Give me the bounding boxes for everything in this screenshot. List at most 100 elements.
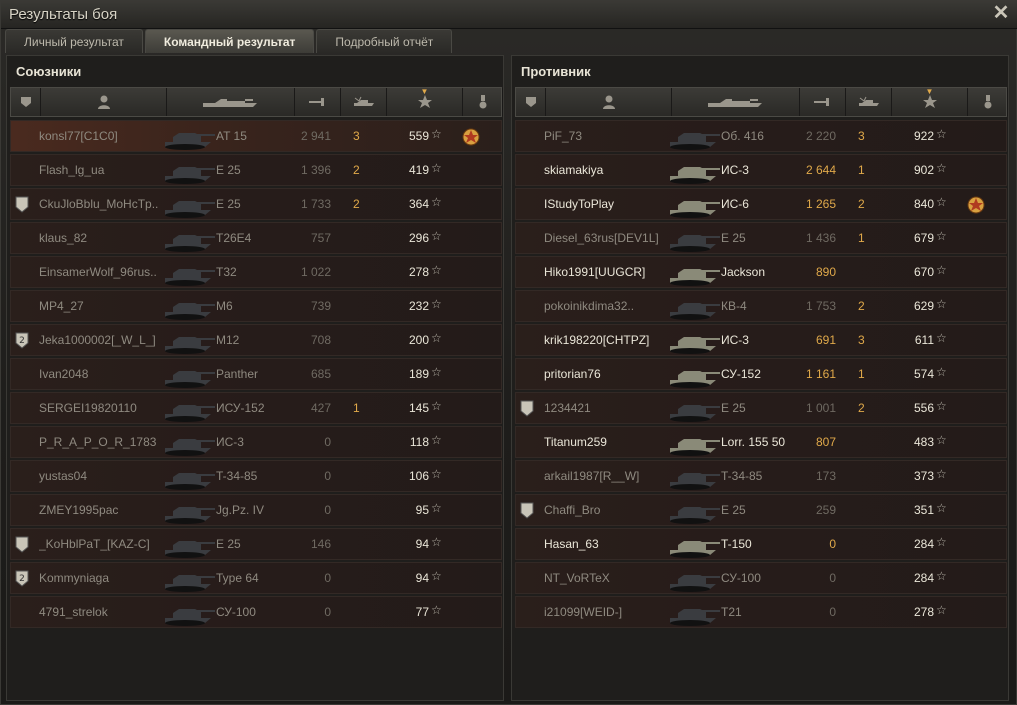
player-row[interactable]: klaus_82 T26E4 757 296 ☆ — [10, 222, 502, 254]
column-header-damage[interactable] — [800, 88, 846, 116]
column-header-damage[interactable] — [295, 88, 341, 116]
player-row[interactable]: 2 Jeka1000002[_W_L_] M12 708 200 ☆ — [10, 324, 502, 356]
tank-name: T32 — [216, 265, 237, 279]
close-icon[interactable]: ✕ — [992, 3, 1010, 23]
tab-bar: Личный результат Командный результат Под… — [5, 29, 454, 54]
player-name: SERGEI19820110 — [39, 401, 137, 415]
column-header-badge[interactable] — [11, 88, 41, 116]
tank-name: M12 — [216, 333, 240, 347]
column-header-medal[interactable] — [463, 88, 503, 116]
column-header-player[interactable] — [41, 88, 167, 116]
column-header-kills[interactable] — [846, 88, 892, 116]
tank-name: ИС-3 — [216, 435, 244, 449]
player-row[interactable]: i21099[WEID-] T21 0 278 ☆ — [515, 596, 1007, 628]
tab-personal[interactable]: Личный результат — [5, 29, 143, 53]
xp-value: 419 — [408, 163, 429, 177]
tank-name: M6 — [216, 299, 233, 313]
tab-detailed[interactable]: Подробный отчёт — [316, 29, 453, 53]
kills-value: 1 — [353, 401, 360, 415]
player-row[interactable]: Flash_lg_ua E 25 1 396 2 419 ☆ — [10, 154, 502, 186]
tank-icon — [161, 599, 217, 627]
tank-icon — [161, 361, 217, 389]
column-header-star[interactable]: ▼ — [387, 87, 463, 116]
player-row[interactable]: Hasan_63 T-150 0 284 ☆ — [515, 528, 1007, 560]
player-row[interactable]: _KoHblPaT_[KAZ-C] E 25 146 94 ☆ — [10, 528, 502, 560]
player-row[interactable]: Ivan2048 Panther 685 189 ☆ — [10, 358, 502, 390]
column-header-kills[interactable] — [341, 88, 387, 116]
xp-value: 373 — [913, 469, 934, 483]
player-name: Jeka1000002[_W_L_] — [39, 333, 156, 347]
tank-icon — [161, 327, 217, 355]
damage-value: 0 — [324, 469, 331, 483]
player-name: Flash_lg_ua — [39, 163, 105, 177]
player-row[interactable]: ZMEY1995pac Jg.Pz. IV 0 95 ☆ — [10, 494, 502, 526]
player-name: i21099[WEID-] — [544, 605, 623, 619]
star-icon: ☆ — [431, 365, 442, 379]
tank-name: T-34-85 — [216, 469, 258, 483]
player-row[interactable]: Chaffi_Bro E 25 259 351 ☆ — [515, 494, 1007, 526]
star-icon: ☆ — [431, 569, 442, 583]
xp-value: 574 — [913, 367, 934, 381]
damage-value: 1 265 — [805, 197, 836, 211]
column-header-tank[interactable] — [167, 88, 295, 116]
tank-name: Panther — [216, 367, 259, 381]
player-name: ZMEY1995pac — [39, 503, 119, 517]
damage-value: 0 — [324, 571, 331, 585]
player-row[interactable]: NT_VoRTeX СУ-100 0 284 ☆ — [515, 562, 1007, 594]
medal-icon[interactable] — [965, 194, 987, 216]
player-row[interactable]: P_R_A_P_O_R_1783 ИС-3 0 118 ☆ — [10, 426, 502, 458]
xp-value: 284 — [913, 537, 934, 551]
tank-icon — [666, 327, 722, 355]
xp-value: 611 — [914, 333, 934, 347]
xp-value: 106 — [408, 469, 429, 483]
rank-badge-icon — [520, 400, 534, 417]
player-row[interactable]: yustas04 T-34-85 0 106 ☆ — [10, 460, 502, 492]
player-name: konsl77[C1C0] — [39, 129, 118, 143]
column-header-player[interactable] — [546, 88, 672, 116]
damage-value: 2 941 — [300, 129, 331, 143]
damage-value: 2 644 — [805, 163, 836, 177]
player-row[interactable]: CkuJloBblu_MoHcTp.. E 25 1 733 2 364 ☆ — [10, 188, 502, 220]
xp-value: 77 — [415, 605, 429, 619]
tank-icon — [161, 531, 217, 559]
xp-value: 351 — [913, 503, 934, 517]
player-row[interactable]: PiF_73 Об. 416 2 220 3 922 ☆ — [515, 120, 1007, 152]
player-row[interactable]: 4791_strelok СУ-100 0 77 ☆ — [10, 596, 502, 628]
enemies-list: PiF_73 Об. 416 2 220 3 922 ☆ skiamakiya ИС-3 2 6… — [515, 120, 1007, 630]
column-header-badge[interactable] — [516, 88, 546, 116]
player-row[interactable]: Titanum259 Lorr. 155 50 807 483 ☆ — [515, 426, 1007, 458]
star-icon: ☆ — [936, 127, 947, 141]
enemies-panel: Противник ▼ PiF_73 Об. 416 2 220 3 922 ☆ skiam… — [511, 55, 1009, 701]
xp-value: 189 — [408, 367, 429, 381]
kills-value: 2 — [353, 163, 360, 177]
player-row[interactable]: EinsamerWolf_96rus.. T32 1 022 278 ☆ — [10, 256, 502, 288]
tank-icon — [161, 191, 217, 219]
column-header-medal[interactable] — [968, 88, 1008, 116]
xp-value: 278 — [913, 605, 934, 619]
star-icon: ☆ — [936, 467, 947, 481]
player-name: klaus_82 — [39, 231, 88, 245]
tank-name: ИСУ-152 — [216, 401, 265, 415]
player-row[interactable]: SERGEI19820110 ИСУ-152 427 1 145 ☆ — [10, 392, 502, 424]
player-row[interactable]: arkail1987[R__W] T-34-85 173 373 ☆ — [515, 460, 1007, 492]
player-row[interactable]: 1234421 E 25 1 001 2 556 ☆ — [515, 392, 1007, 424]
player-row[interactable]: konsl77[C1C0] AT 15 2 941 3 559 ☆ — [10, 120, 502, 152]
player-row[interactable]: IStudyToPlay ИС-6 1 265 2 840 ☆ — [515, 188, 1007, 220]
sort-indicator-icon: ▼ — [420, 87, 429, 96]
column-header-star[interactable]: ▼ — [892, 87, 968, 116]
player-row[interactable]: pritorian76 СУ-152 1 161 1 574 ☆ — [515, 358, 1007, 390]
column-header-tank[interactable] — [672, 88, 800, 116]
player-row[interactable]: pokoinikdima32.. КВ-4 1 753 2 629 ☆ — [515, 290, 1007, 322]
player-row[interactable]: MP4_27 M6 739 232 ☆ — [10, 290, 502, 322]
kills-value: 2 — [858, 401, 865, 415]
player-row[interactable]: Diesel_63rus[DEV1L] E 25 1 436 1 679 ☆ — [515, 222, 1007, 254]
tank-icon — [666, 191, 722, 219]
player-row[interactable]: skiamakiya ИС-3 2 644 1 902 ☆ — [515, 154, 1007, 186]
player-row[interactable]: 2 Kommyniaga Type 64 0 94 ☆ — [10, 562, 502, 594]
medal-icon[interactable] — [460, 126, 482, 148]
star-icon: ☆ — [936, 297, 947, 311]
player-row[interactable]: Hiko1991[UUGCR] Jackson 890 670 ☆ — [515, 256, 1007, 288]
player-row[interactable]: krik198220[CHTPZ] ИС-3 691 3 611 ☆ — [515, 324, 1007, 356]
tab-team[interactable]: Командный результат — [144, 29, 315, 53]
player-name: Chaffi_Bro — [544, 503, 601, 517]
